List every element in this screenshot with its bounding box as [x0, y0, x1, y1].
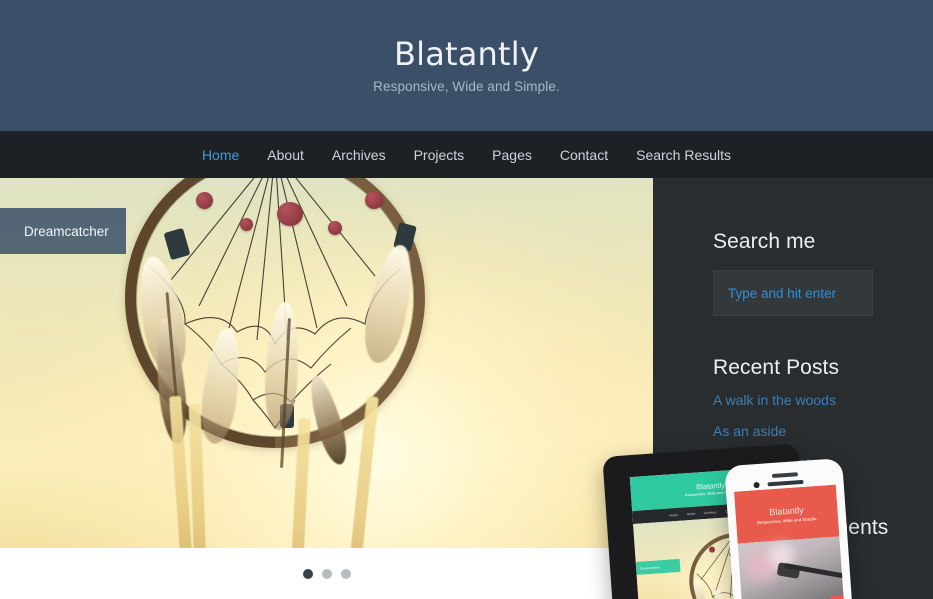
dreamcatcher-graphic — [80, 178, 500, 548]
tablet-nav-item: Archives — [704, 509, 717, 515]
hero-slider[interactable]: Dreamcatcher — [0, 178, 653, 548]
nav-item-search-results[interactable]: Search Results — [622, 147, 745, 163]
tablet-caption-label: Dreamcatcher — [640, 564, 661, 571]
nav-item-contact[interactable]: Contact — [546, 147, 622, 163]
site-tagline: Responsive, Wide and Simple. — [373, 78, 560, 94]
recent-post-link[interactable]: A walk in the woods — [713, 392, 836, 408]
slider-pagination — [0, 548, 653, 599]
phone-hero: ‹ › — [737, 536, 846, 599]
slider-dot-2[interactable] — [321, 568, 332, 579]
bead — [277, 202, 303, 226]
nav-item-about[interactable]: About — [253, 147, 318, 163]
nav-item-archives[interactable]: Archives — [318, 147, 400, 163]
tablet-nav-item: Home — [669, 512, 679, 517]
phone-speaker-icon — [767, 479, 804, 487]
slider-dot-3[interactable] — [340, 568, 351, 579]
site-title: Blatantly — [393, 35, 540, 74]
nav-item-home[interactable]: Home — [188, 147, 253, 163]
slider-dot-1[interactable] — [302, 568, 313, 579]
phone-site-title: Blatantly — [768, 504, 805, 517]
recent-posts-title: Recent Posts — [713, 356, 840, 379]
nav-list: Home About Archives Projects Pages Conta… — [188, 147, 745, 163]
phone-camera-icon — [753, 481, 760, 489]
search-box[interactable] — [713, 270, 873, 316]
bead — [365, 191, 383, 209]
recent-post-link[interactable]: As an aside — [713, 423, 786, 439]
phone-screen: Blatantly Responsive, Wide and Simple. ‹… — [734, 484, 846, 599]
phone-mockup: Blatantly Responsive, Wide and Simple. ‹… — [724, 458, 854, 599]
list-item: As an aside — [713, 423, 933, 441]
tablet-nav-item: About — [686, 511, 696, 516]
tablet-hero-caption: Dreamcatcher — [635, 558, 681, 575]
bead — [196, 192, 213, 209]
nav-item-pages[interactable]: Pages — [478, 147, 546, 163]
phone-site-tagline: Responsive, Wide and Simple. — [756, 515, 818, 525]
hero-caption: Dreamcatcher — [0, 208, 126, 254]
search-input[interactable] — [728, 285, 872, 301]
main-navigation: Home About Archives Projects Pages Conta… — [0, 131, 933, 178]
bead — [240, 218, 253, 231]
phone-earpiece-icon — [771, 472, 799, 478]
list-item: A walk in the woods — [713, 392, 933, 410]
bead — [328, 221, 342, 235]
search-widget-title: Search me — [713, 230, 816, 253]
phone-next-arrow-icon[interactable]: › — [830, 595, 845, 599]
nav-item-projects[interactable]: Projects — [400, 147, 479, 163]
phone-header: Blatantly Responsive, Wide and Simple. — [734, 484, 840, 544]
device-mockups: Blatantly Responsive, Wide and Simple. H… — [595, 440, 933, 599]
page-root: Blatantly Responsive, Wide and Simple. H… — [0, 0, 933, 599]
widget-search: Search me — [713, 230, 933, 316]
site-masthead: Blatantly Responsive, Wide and Simple. — [0, 0, 933, 131]
hero-caption-label: Dreamcatcher — [24, 223, 109, 239]
